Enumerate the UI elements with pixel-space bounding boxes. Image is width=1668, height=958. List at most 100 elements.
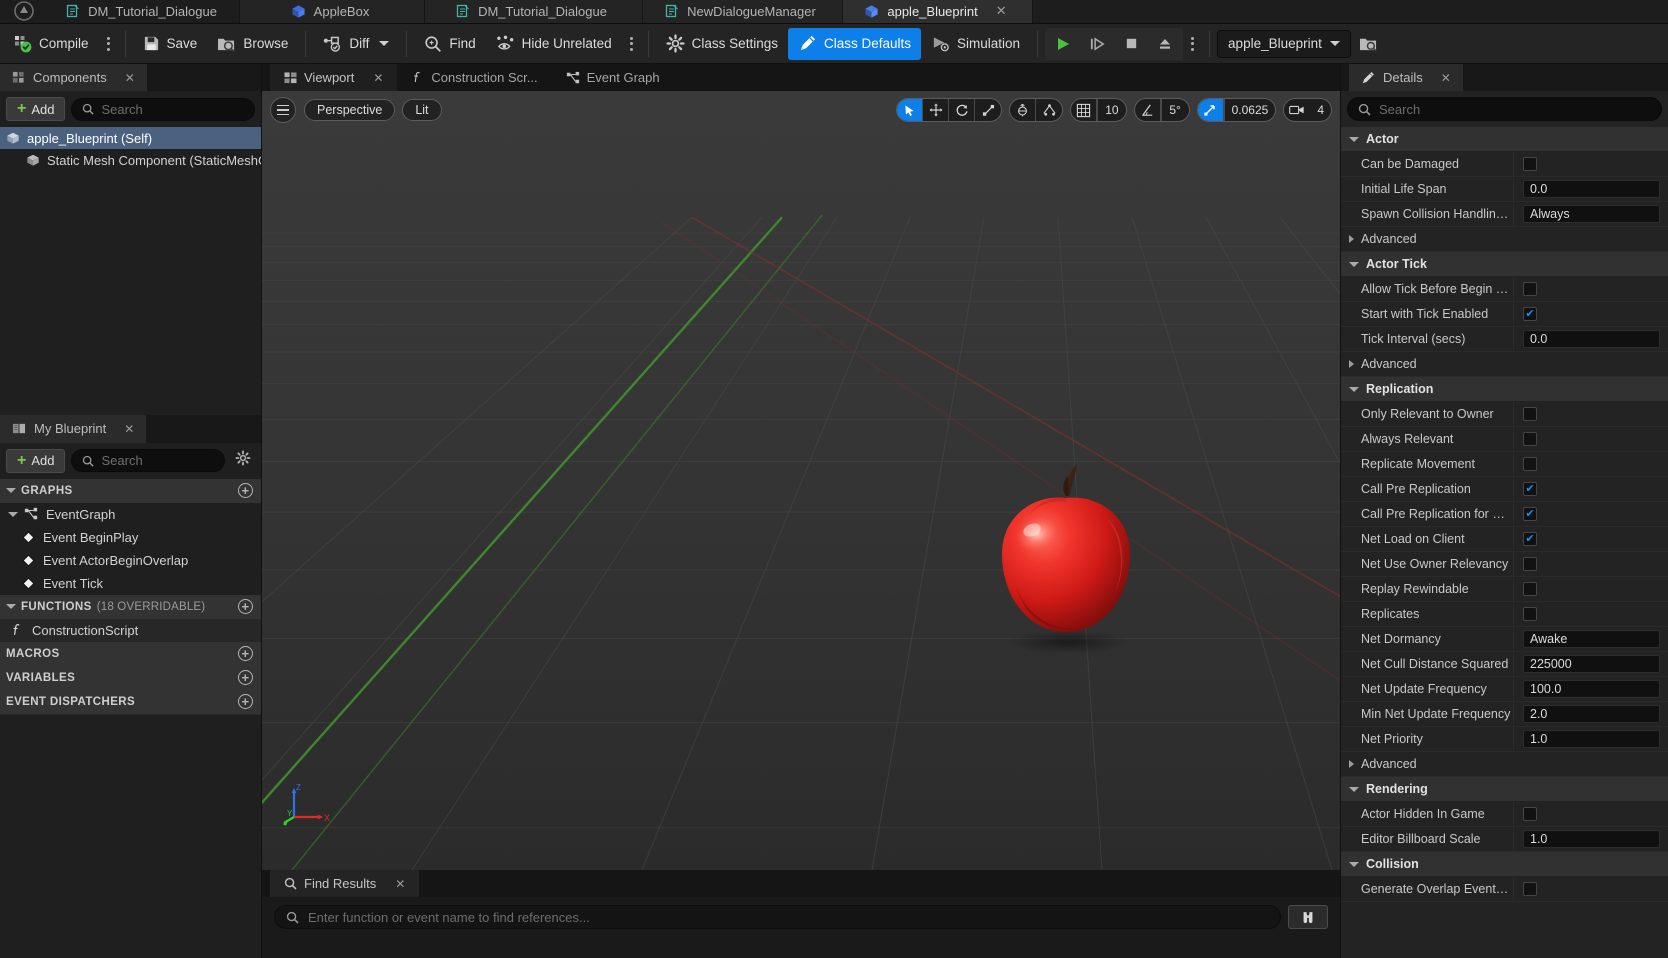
play-options-button[interactable] — [1183, 28, 1202, 60]
rotate-tool-button[interactable] — [949, 99, 976, 121]
close-icon[interactable]: ✕ — [125, 71, 135, 85]
section-header-variables[interactable]: VARIABLES + — [0, 665, 261, 690]
section-header-graphs[interactable]: GRAPHS + — [0, 478, 261, 503]
hide-unrelated-button[interactable]: Hide Unrelated — [486, 28, 622, 60]
graph-row-event-beginplay[interactable]: Event BeginPlay — [0, 526, 261, 549]
browse-to-asset-button[interactable] — [1351, 28, 1386, 60]
add-macro-button[interactable]: + — [238, 646, 253, 661]
spawn-collision-handling-dropdown[interactable]: Always — [1523, 205, 1660, 223]
net-use-owner-relevancy-checkbox[interactable] — [1523, 557, 1537, 571]
lighting-mode-button[interactable]: Lit — [402, 99, 442, 121]
save-button[interactable]: Save — [133, 28, 208, 60]
grid-snap-value[interactable]: 10 — [1097, 99, 1125, 121]
only-relevant-to-owner-checkbox[interactable] — [1523, 407, 1537, 421]
replay-rewindable-checkbox[interactable] — [1523, 582, 1537, 596]
property-row-actor-tick-advanced[interactable]: Advanced — [1341, 352, 1668, 377]
scale-snap-toggle-button[interactable] — [1197, 99, 1224, 121]
tab-find-results[interactable]: Find Results ✕ — [270, 870, 420, 897]
tab-construction-script[interactable]: Construction Scr... — [397, 64, 552, 91]
eject-button[interactable] — [1149, 30, 1181, 58]
can-be-damaged-checkbox[interactable] — [1523, 157, 1537, 171]
tick-interval-field[interactable]: 0.0 — [1523, 330, 1660, 348]
scale-snap-value[interactable]: 0.0625 — [1223, 99, 1276, 121]
stop-button[interactable] — [1115, 30, 1147, 58]
class-defaults-button[interactable]: Class Defaults — [787, 27, 922, 60]
net-update-frequency-field[interactable]: 100.0 — [1523, 680, 1660, 698]
graph-options-button[interactable] — [622, 28, 641, 60]
window-tab-0[interactable]: DM_Tutorial_Dialogue — [48, 0, 240, 23]
category-header-replication[interactable]: Replication — [1341, 377, 1668, 402]
details-search-input[interactable]: Search — [1347, 97, 1662, 121]
initial-life-span-field[interactable]: 0.0 — [1523, 180, 1660, 198]
browse-button[interactable]: Browse — [207, 28, 298, 60]
start-with-tick-enabled-checkbox[interactable] — [1523, 307, 1537, 321]
component-row-static-mesh[interactable]: Static Mesh Component (StaticMeshCo — [0, 149, 261, 171]
close-icon[interactable]: ✕ — [124, 422, 134, 436]
grid-snap-toggle-button[interactable] — [1071, 99, 1098, 121]
world-space-toggle-button[interactable] — [1010, 99, 1037, 121]
generate-overlap-events-checkbox[interactable] — [1523, 882, 1537, 896]
tab-my-blueprint[interactable]: My Blueprint ✕ — [0, 414, 147, 443]
move-tool-button[interactable] — [923, 99, 950, 121]
find-button[interactable]: Find — [414, 28, 485, 60]
my-blueprint-settings-button[interactable] — [231, 450, 255, 471]
property-row-actor-advanced[interactable]: Advanced — [1341, 227, 1668, 252]
window-tab-apple-blueprint[interactable]: apple_Blueprint ✕ — [843, 0, 1033, 23]
angle-snap-value[interactable]: 5° — [1160, 99, 1189, 121]
diff-button[interactable]: Diff — [313, 28, 399, 60]
close-icon[interactable]: ✕ — [996, 3, 1007, 19]
function-row-constructionscript[interactable]: ConstructionScript — [0, 618, 261, 642]
angle-snap-toggle-button[interactable] — [1135, 99, 1161, 121]
section-header-macros[interactable]: MACROS + — [0, 641, 261, 666]
net-priority-field[interactable]: 1.0 — [1523, 730, 1660, 748]
tab-event-graph[interactable]: Event Graph — [551, 64, 674, 91]
surface-snap-toggle-button[interactable] — [1036, 99, 1062, 121]
call-pre-replication-checkbox[interactable] — [1523, 482, 1537, 496]
call-pre-replication-for-replay-checkbox[interactable] — [1523, 507, 1537, 521]
close-icon[interactable]: ✕ — [1441, 71, 1451, 85]
components-add-button[interactable]: + Add — [6, 97, 66, 121]
details-property-list[interactable]: Actor Can be Damaged Initial Life Span 0… — [1341, 127, 1668, 958]
property-row-replication-advanced[interactable]: Advanced — [1341, 752, 1668, 777]
find-results-search-button[interactable] — [1288, 905, 1328, 929]
find-results-search-input[interactable]: Enter function or event name to find ref… — [274, 905, 1281, 929]
window-tab-3[interactable]: NewDialogueManager — [643, 0, 843, 23]
net-cull-distance-squared-field[interactable]: 225000 — [1523, 655, 1660, 673]
close-icon[interactable]: ✕ — [395, 877, 405, 891]
min-net-update-frequency-field[interactable]: 2.0 — [1523, 705, 1660, 723]
add-event-dispatcher-button[interactable]: + — [238, 694, 253, 709]
tab-components[interactable]: Components ✕ — [0, 64, 147, 91]
camera-speed-value[interactable]: 4 — [1310, 99, 1331, 121]
tab-viewport[interactable]: Viewport ✕ — [270, 64, 398, 91]
category-header-actor-tick[interactable]: Actor Tick — [1341, 252, 1668, 277]
section-header-event-dispatchers[interactable]: EVENT DISPATCHERS + — [0, 689, 261, 714]
viewport-options-menu-button[interactable] — [270, 97, 296, 123]
net-load-on-client-checkbox[interactable] — [1523, 532, 1537, 546]
add-function-button[interactable]: + — [238, 599, 253, 614]
view-mode-button[interactable]: Perspective — [304, 99, 396, 121]
graph-row-event-tick[interactable]: Event Tick — [0, 572, 261, 595]
add-variable-button[interactable]: + — [238, 670, 253, 685]
scale-tool-button[interactable] — [975, 99, 1001, 121]
category-header-rendering[interactable]: Rendering — [1341, 777, 1668, 802]
window-tab-2[interactable]: DM_Tutorial_Dialogue — [425, 0, 643, 23]
select-tool-button[interactable] — [897, 99, 924, 121]
camera-icon[interactable] — [1284, 99, 1310, 121]
window-tab-1[interactable]: AppleBox — [240, 0, 425, 23]
editor-billboard-scale-field[interactable]: 1.0 — [1523, 830, 1660, 848]
my-blueprint-add-button[interactable]: + Add — [6, 448, 66, 473]
graph-row-eventgraph[interactable]: EventGraph — [0, 503, 261, 526]
compile-options-button[interactable] — [99, 28, 118, 60]
replicates-checkbox[interactable] — [1523, 607, 1537, 621]
compile-button[interactable]: Compile — [4, 28, 99, 60]
tab-details[interactable]: Details ✕ — [1349, 64, 1463, 91]
play-button[interactable] — [1047, 30, 1079, 58]
replicate-movement-checkbox[interactable] — [1523, 457, 1537, 471]
category-header-collision[interactable]: Collision — [1341, 852, 1668, 877]
viewport-3d[interactable]: Perspective Lit 10 5° 0.0625 4 Z X Y — [262, 91, 1340, 870]
graph-row-event-actorbeginoverlap[interactable]: Event ActorBeginOverlap — [0, 549, 261, 572]
class-settings-button[interactable]: Class Settings — [656, 28, 788, 60]
step-button[interactable] — [1081, 30, 1113, 58]
close-icon[interactable]: ✕ — [373, 71, 383, 85]
my-blueprint-search-input[interactable]: Search — [71, 449, 225, 472]
